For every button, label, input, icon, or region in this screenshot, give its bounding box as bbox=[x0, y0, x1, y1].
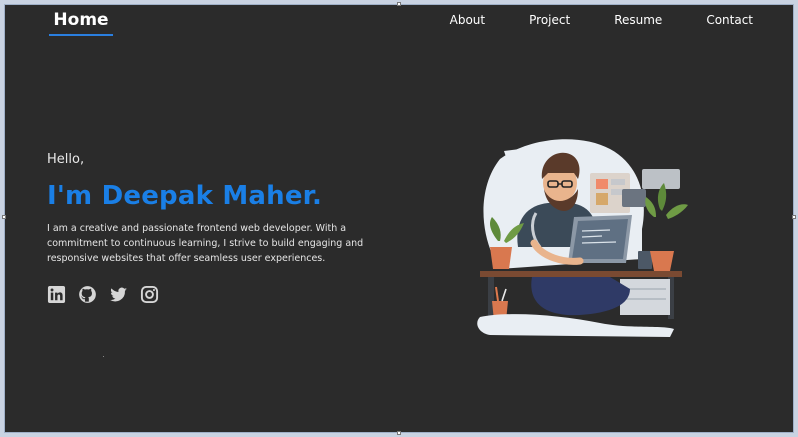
nav-project-link[interactable]: Project bbox=[529, 13, 570, 27]
twitter-icon[interactable] bbox=[109, 285, 128, 304]
nav-home-link[interactable]: Home bbox=[49, 10, 113, 36]
hero-greeting: Hello, bbox=[47, 152, 85, 167]
nav-resume-link[interactable]: Resume bbox=[614, 13, 662, 27]
developer-illustration bbox=[477, 139, 688, 337]
resize-handle-bottom[interactable] bbox=[397, 431, 401, 435]
top-nav: About Project Resume Contact bbox=[406, 13, 753, 27]
resize-handle-top[interactable] bbox=[397, 2, 401, 6]
linkedin-icon[interactable] bbox=[47, 285, 66, 304]
hero-name: I'm Deepak Maher. bbox=[47, 181, 323, 211]
hero-description: I am a creative and passionate frontend … bbox=[47, 223, 364, 264]
social-links bbox=[47, 285, 159, 304]
browser-viewport: Home About Project Resume Contact Hello,… bbox=[4, 4, 794, 433]
resize-handle-right[interactable] bbox=[792, 215, 796, 219]
stray-dot bbox=[103, 356, 104, 357]
github-icon[interactable] bbox=[78, 285, 97, 304]
nav-about-link[interactable]: About bbox=[450, 13, 485, 27]
nav-contact-link[interactable]: Contact bbox=[706, 13, 753, 27]
instagram-icon[interactable] bbox=[140, 285, 159, 304]
resize-handle-left[interactable] bbox=[2, 215, 6, 219]
